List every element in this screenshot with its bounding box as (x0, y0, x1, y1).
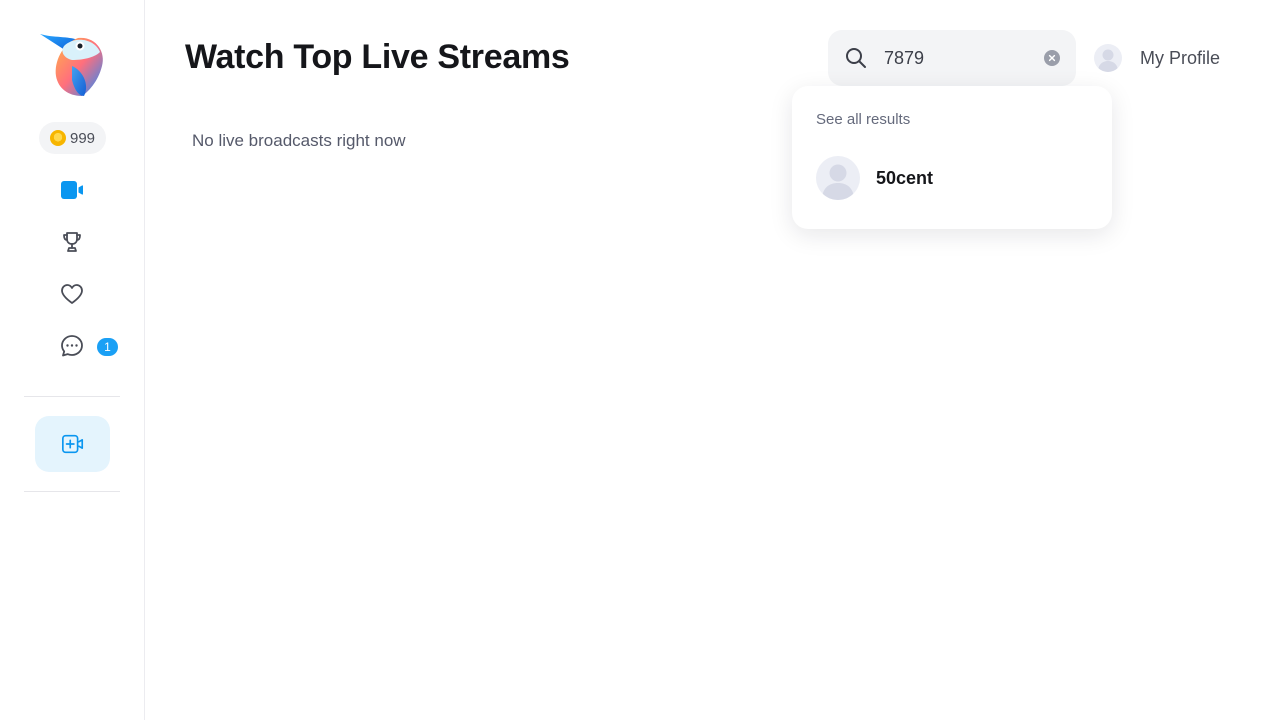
empty-state-message: No live broadcasts right now (192, 131, 406, 150)
search-result-item[interactable]: 50cent (816, 156, 1096, 200)
messages-badge: 1 (97, 338, 118, 356)
nav-leaderboard[interactable] (44, 222, 100, 262)
sidebar-divider (24, 396, 120, 397)
go-live-button[interactable] (35, 416, 110, 472)
see-all-results-link[interactable]: See all results (816, 111, 910, 128)
heart-icon (61, 284, 83, 304)
sidebar-divider-bottom (24, 491, 120, 492)
sidebar: 999 1 (0, 0, 145, 720)
my-profile-label: My Profile (1140, 47, 1221, 68)
my-profile-link[interactable]: My Profile (1094, 44, 1220, 72)
clear-search-icon[interactable] (1044, 50, 1060, 66)
nav-favorites[interactable] (44, 274, 100, 314)
search-icon (846, 48, 866, 68)
search-input[interactable] (884, 44, 1034, 72)
video-camera-icon (61, 181, 83, 199)
chat-bubble-icon (61, 335, 83, 357)
avatar (816, 156, 860, 200)
coin-icon (49, 130, 66, 146)
nav-live-streams[interactable] (44, 170, 100, 210)
trophy-icon (63, 232, 81, 252)
search-result-name: 50cent (876, 167, 934, 188)
search-results-dropdown: See all results 50cent (792, 86, 1112, 229)
app-logo[interactable] (38, 30, 108, 100)
video-add-icon (61, 434, 83, 454)
search-box[interactable] (828, 30, 1076, 86)
nav-messages[interactable] (44, 326, 100, 366)
avatar (1094, 44, 1122, 72)
coin-balance-value: 999 (69, 129, 96, 147)
page-title: Watch Top Live Streams (185, 38, 570, 76)
coin-balance[interactable]: 999 (39, 122, 106, 154)
